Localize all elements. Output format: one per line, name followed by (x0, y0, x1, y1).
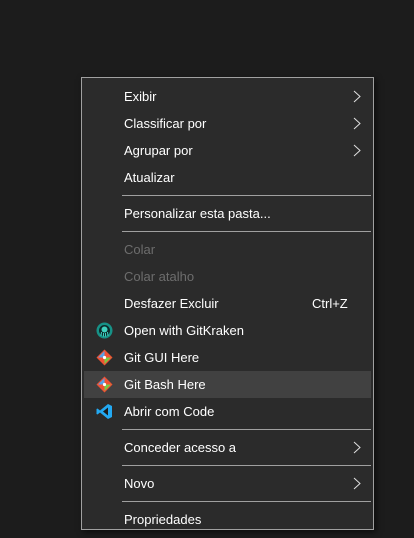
menu-separator (122, 465, 371, 466)
menu-item-exibir[interactable]: Exibir (84, 83, 371, 110)
menu-item-label: Classificar por (124, 116, 207, 131)
menu-item-open-with-gitkraken[interactable]: Open with GitKraken (84, 317, 371, 344)
menu-item-classificar-por[interactable]: Classificar por (84, 110, 371, 137)
menu-item-colar: Colar (84, 236, 371, 263)
menu-item-colar-atalho: Colar atalho (84, 263, 371, 290)
menu-item-git-gui-here[interactable]: Git GUI Here (84, 344, 371, 371)
gitkraken-icon (96, 322, 113, 339)
menu-item-conceder-acesso[interactable]: Conceder acesso a (84, 434, 371, 461)
menu-item-git-bash-here[interactable]: Git Bash Here (84, 371, 371, 398)
context-menu: Exibir Classificar por Agrupar por Atual… (81, 77, 374, 530)
menu-item-label: Colar atalho (124, 269, 195, 284)
menu-item-propriedades[interactable]: Propriedades (84, 506, 371, 533)
menu-item-personalizar-pasta[interactable]: Personalizar esta pasta... (84, 200, 371, 227)
chevron-right-icon (353, 441, 361, 454)
menu-separator (122, 429, 371, 430)
menu-item-label: Personalizar esta pasta... (124, 206, 271, 221)
chevron-right-icon (353, 144, 361, 157)
menu-item-label: Conceder acesso a (124, 440, 237, 455)
menu-item-label: Exibir (124, 89, 157, 104)
chevron-right-icon (353, 90, 361, 103)
menu-item-label: Git Bash Here (124, 377, 206, 392)
menu-separator (122, 501, 371, 502)
vscode-icon (96, 404, 112, 419)
chevron-right-icon (353, 477, 361, 490)
menu-separator (122, 231, 371, 232)
menu-item-label: Atualizar (124, 170, 175, 185)
shortcut-label: Ctrl+Z (312, 296, 348, 311)
menu-item-novo[interactable]: Novo (84, 470, 371, 497)
git-icon (96, 349, 113, 366)
menu-item-label: Novo (124, 476, 155, 491)
menu-item-atualizar[interactable]: Atualizar (84, 164, 371, 191)
menu-item-label: Abrir com Code (124, 404, 215, 419)
menu-item-label: Colar (124, 242, 156, 257)
menu-item-label: Git GUI Here (124, 350, 200, 365)
menu-item-label: Propriedades (124, 512, 202, 527)
menu-item-label: Desfazer Excluir (124, 296, 219, 311)
menu-item-agrupar-por[interactable]: Agrupar por (84, 137, 371, 164)
menu-item-label: Agrupar por (124, 143, 193, 158)
git-icon (96, 376, 113, 393)
menu-item-label: Open with GitKraken (124, 323, 244, 338)
menu-item-desfazer-excluir[interactable]: Desfazer Excluir Ctrl+Z (84, 290, 371, 317)
menu-item-abrir-com-code[interactable]: Abrir com Code (84, 398, 371, 425)
chevron-right-icon (353, 117, 361, 130)
menu-separator (122, 195, 371, 196)
